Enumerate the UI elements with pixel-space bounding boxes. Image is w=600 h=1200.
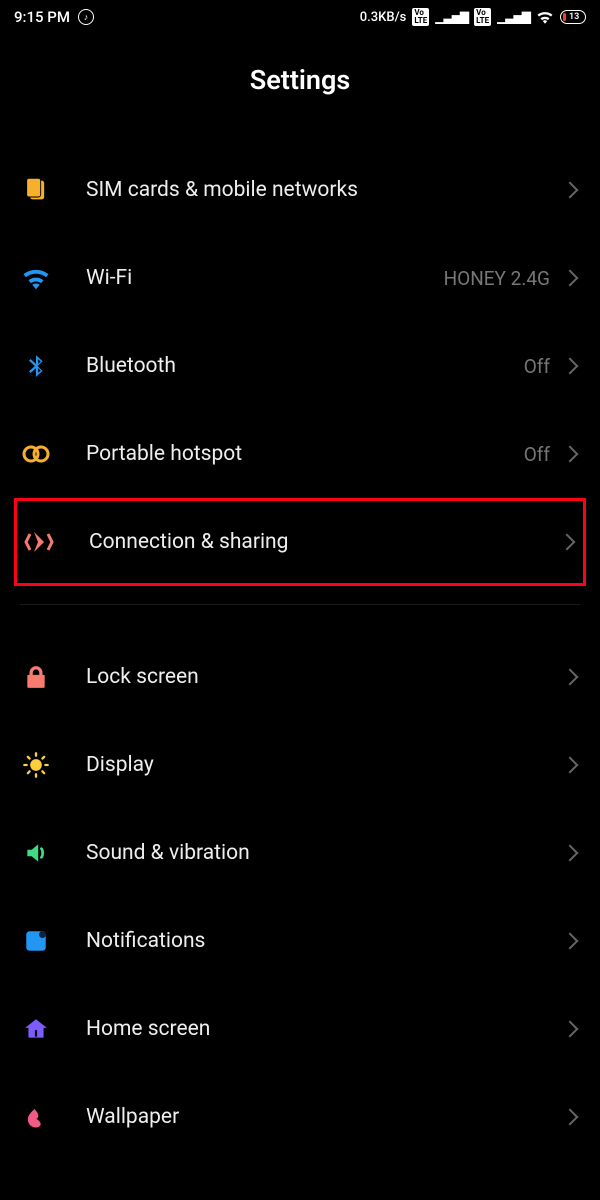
chevron-right-icon	[562, 358, 579, 375]
status-left: 9:15 PM ♪	[14, 8, 94, 26]
settings-list: SIM cards & mobile networks Wi-Fi HONEY …	[0, 146, 600, 1161]
wallpaper-icon	[18, 1103, 54, 1131]
settings-row-home[interactable]: Home screen	[18, 985, 582, 1073]
signal-icon-1: ▁▃▅▇	[435, 10, 468, 24]
chevron-right-icon	[562, 933, 579, 950]
settings-row-lock[interactable]: Lock screen	[18, 633, 582, 721]
bluetooth-icon	[18, 351, 54, 381]
settings-row-bluetooth[interactable]: Bluetooth Off	[18, 322, 582, 410]
settings-row-sound[interactable]: Sound & vibration	[18, 809, 582, 897]
chevron-right-icon	[562, 757, 579, 774]
settings-value: Off	[524, 443, 564, 466]
chevron-right-icon	[562, 1109, 579, 1126]
sim-icon	[18, 176, 54, 204]
notifications-icon	[18, 928, 54, 954]
chevron-right-icon	[562, 270, 579, 287]
sound-icon	[18, 840, 54, 866]
chevron-right-icon	[559, 534, 576, 551]
settings-row-wallpaper[interactable]: Wallpaper	[18, 1073, 582, 1161]
settings-row-notifications[interactable]: Notifications	[18, 897, 582, 985]
chevron-right-icon	[562, 669, 579, 686]
settings-value: Off	[524, 355, 564, 378]
battery-level: 13	[569, 12, 579, 22]
hotspot-icon	[18, 442, 54, 466]
chevron-right-icon	[562, 1021, 579, 1038]
status-right: 0.3KB/s VoLTE ▁▃▅▇ VoLTE ▁▃▅▇ 13	[360, 8, 586, 26]
settings-label: Home screen	[54, 1017, 564, 1041]
status-time: 9:15 PM	[14, 8, 70, 26]
wifi-status-icon	[536, 10, 554, 24]
settings-label: Notifications	[54, 929, 564, 953]
settings-row-connection[interactable]: Connection & sharing	[14, 498, 586, 586]
volte-icon-1: VoLTE	[412, 8, 429, 26]
status-data-rate: 0.3KB/s	[360, 10, 407, 25]
settings-row-wifi[interactable]: Wi-Fi HONEY 2.4G	[18, 234, 582, 322]
volte-icon-2: VoLTE	[474, 8, 491, 26]
settings-label: Display	[54, 753, 564, 777]
settings-label: Portable hotspot	[54, 442, 524, 466]
page-title: Settings	[0, 34, 600, 146]
display-icon	[18, 751, 54, 779]
settings-row-hotspot[interactable]: Portable hotspot Off	[18, 410, 582, 498]
wifi-icon	[18, 266, 54, 290]
settings-label: Bluetooth	[54, 354, 524, 378]
home-icon	[18, 1016, 54, 1042]
lock-icon	[18, 663, 54, 691]
settings-label: Wallpaper	[54, 1105, 564, 1129]
battery-icon: 13	[560, 10, 586, 24]
settings-label: SIM cards & mobile networks	[54, 178, 564, 202]
connection-icon	[21, 529, 57, 555]
settings-value: HONEY 2.4G	[444, 267, 564, 290]
settings-row-sim[interactable]: SIM cards & mobile networks	[18, 146, 582, 234]
divider	[20, 604, 580, 605]
settings-label: Connection & sharing	[57, 530, 561, 554]
chevron-right-icon	[562, 845, 579, 862]
settings-label: Sound & vibration	[54, 841, 564, 865]
chevron-right-icon	[562, 446, 579, 463]
settings-label: Lock screen	[54, 665, 564, 689]
settings-label: Wi-Fi	[54, 266, 444, 290]
chevron-right-icon	[562, 182, 579, 199]
status-bar: 9:15 PM ♪ 0.3KB/s VoLTE ▁▃▅▇ VoLTE ▁▃▅▇ …	[0, 0, 600, 34]
music-icon: ♪	[78, 9, 94, 25]
settings-row-display[interactable]: Display	[18, 721, 582, 809]
signal-icon-2: ▁▃▅▇	[497, 10, 530, 24]
